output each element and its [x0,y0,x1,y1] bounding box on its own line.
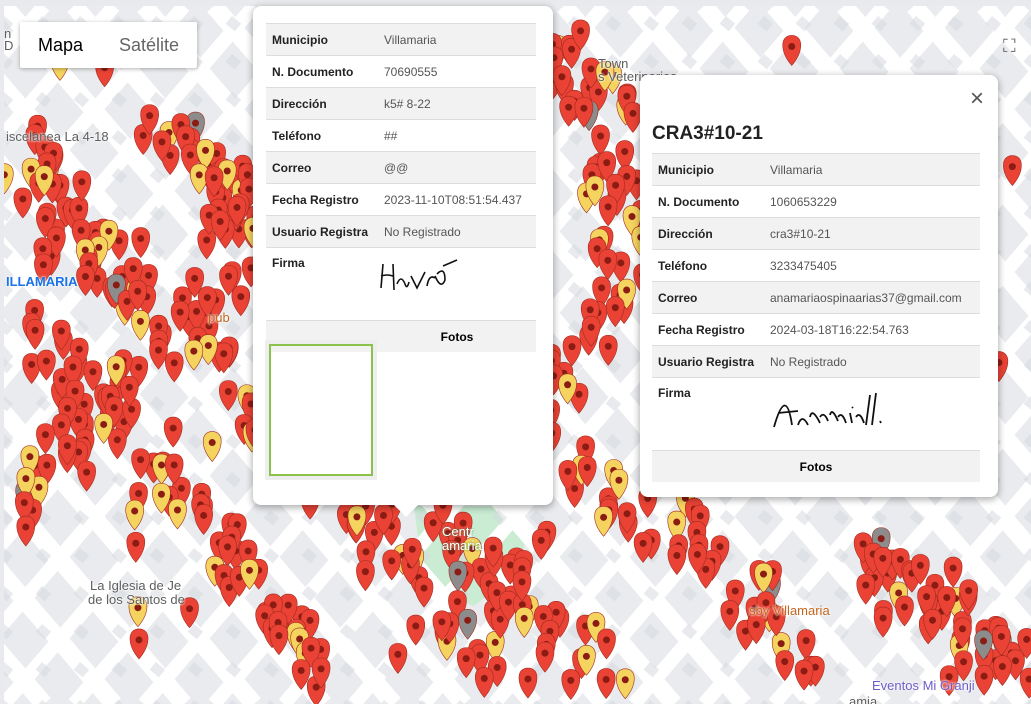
info-row: Dirección k5# 8-22 [266,87,536,120]
info-row-label: Municipio [652,153,764,186]
signature-image [380,259,458,291]
info-row-value: 2024-03-18T16:22:54.763 [764,313,980,346]
info-row-label: Correo [266,151,378,184]
info-row-value: cra3#10-21 [764,217,980,250]
poi-label-eventos: Eventos Mi Granji [872,678,975,693]
info-window-tail [393,504,419,517]
info-row-value: anamariaospinaarias37@gmail.com [764,281,980,314]
poi-label-corner-2: D [4,38,14,53]
info-row: Correo @@ [266,151,536,184]
info-row-value: No Registrado [764,345,980,378]
info-row-value: 2023-11-10T08:51:54.437 [378,183,536,216]
info-row-value: Villamaria [378,23,536,56]
fullscreen-icon[interactable]: ⛶ [1003,36,1023,56]
info-row: N. Documento 1060653229 [652,185,980,218]
info-row: Usuario Registra No Registrado [652,345,980,378]
photo-thumbnail[interactable] [269,344,373,476]
info-row-label: Usuario Registra [652,345,764,378]
poi-label-eventos-2: amia [849,694,878,704]
info-row: Municipio Villamaria [652,153,980,186]
poi-label-villamaria: ILLAMARIA [6,274,78,289]
info-row-value: @@ [378,151,536,184]
poi-label-pub: pub [208,310,230,325]
poi-label-by-villamaria: sby Villamaria [749,603,830,618]
info-window-registro-1: Municipio Villamaria N. Documento 70690555 D… [253,6,553,517]
signature-image-2 [773,392,882,428]
info-row: Teléfono 3233475405 [652,249,980,282]
info-row-label: Dirección [266,87,378,120]
info-row: Municipio Villamaria [266,23,536,56]
info-row-label: Municipio [266,23,378,56]
fotos-label: Fotos [652,450,980,482]
info-window-registro-2: × CRA3#10-21 Municipio Villamaria N. Docum… [640,75,998,497]
firma-label: Firma [652,377,764,451]
info-row-value: k5# 8-22 [378,87,536,120]
fotos-row: Fotos [652,450,980,482]
info-row-value: 3233475405 [764,249,980,282]
info-window-title: CRA3#10-21 [652,123,763,144]
info-row: Usuario Registra No Registrado [266,215,536,248]
info-row-label: Teléfono [652,249,764,282]
info-row: Fecha Registro 2024-03-18T16:22:54.763 [652,313,980,346]
info-row-value: 70690555 [378,55,536,88]
info-row: Teléfono ## [266,119,536,152]
poi-label-iglesia-2: de los Santos de [88,592,185,607]
info-row-value: Villamaria [764,153,980,186]
map-type-map-button[interactable]: Mapa [20,22,101,68]
info-row-value: 1060653229 [764,185,980,218]
close-icon[interactable]: × [970,87,984,111]
info-row-label: Fecha Registro [652,313,764,346]
info-row: N. Documento 70690555 [266,55,536,88]
info-row-label: Dirección [652,217,764,250]
info-row-value: ## [378,119,536,152]
firma-label: Firma [266,247,378,321]
info-row-value: No Registrado [378,215,536,248]
info-row-label: N. Documento [266,55,378,88]
info-row-label: Usuario Registra [266,215,378,248]
info-row-label: Teléfono [266,119,378,152]
poi-label-iglesia: La Iglesia de Je [90,578,182,593]
map-type-control: Mapa Satélite [20,22,198,68]
map-type-satellite-button[interactable]: Satélite [101,22,197,68]
poi-label-centro-2: amaria [442,538,482,553]
poi-label-miscelanea: iscelanea La 4-18 [6,129,109,144]
poi-label-centro: Centr [442,524,474,539]
info-row: Fecha Registro 2023-11-10T08:51:54.437 [266,183,536,216]
info-row: Correo anamariaospinaarias37@gmail.com [652,281,980,314]
info-row-label: N. Documento [652,185,764,218]
fotos-label: Fotos [378,320,536,352]
info-row: Dirección cra3#10-21 [652,217,980,250]
info-row-label: Fecha Registro [266,183,378,216]
info-row-label: Correo [652,281,764,314]
